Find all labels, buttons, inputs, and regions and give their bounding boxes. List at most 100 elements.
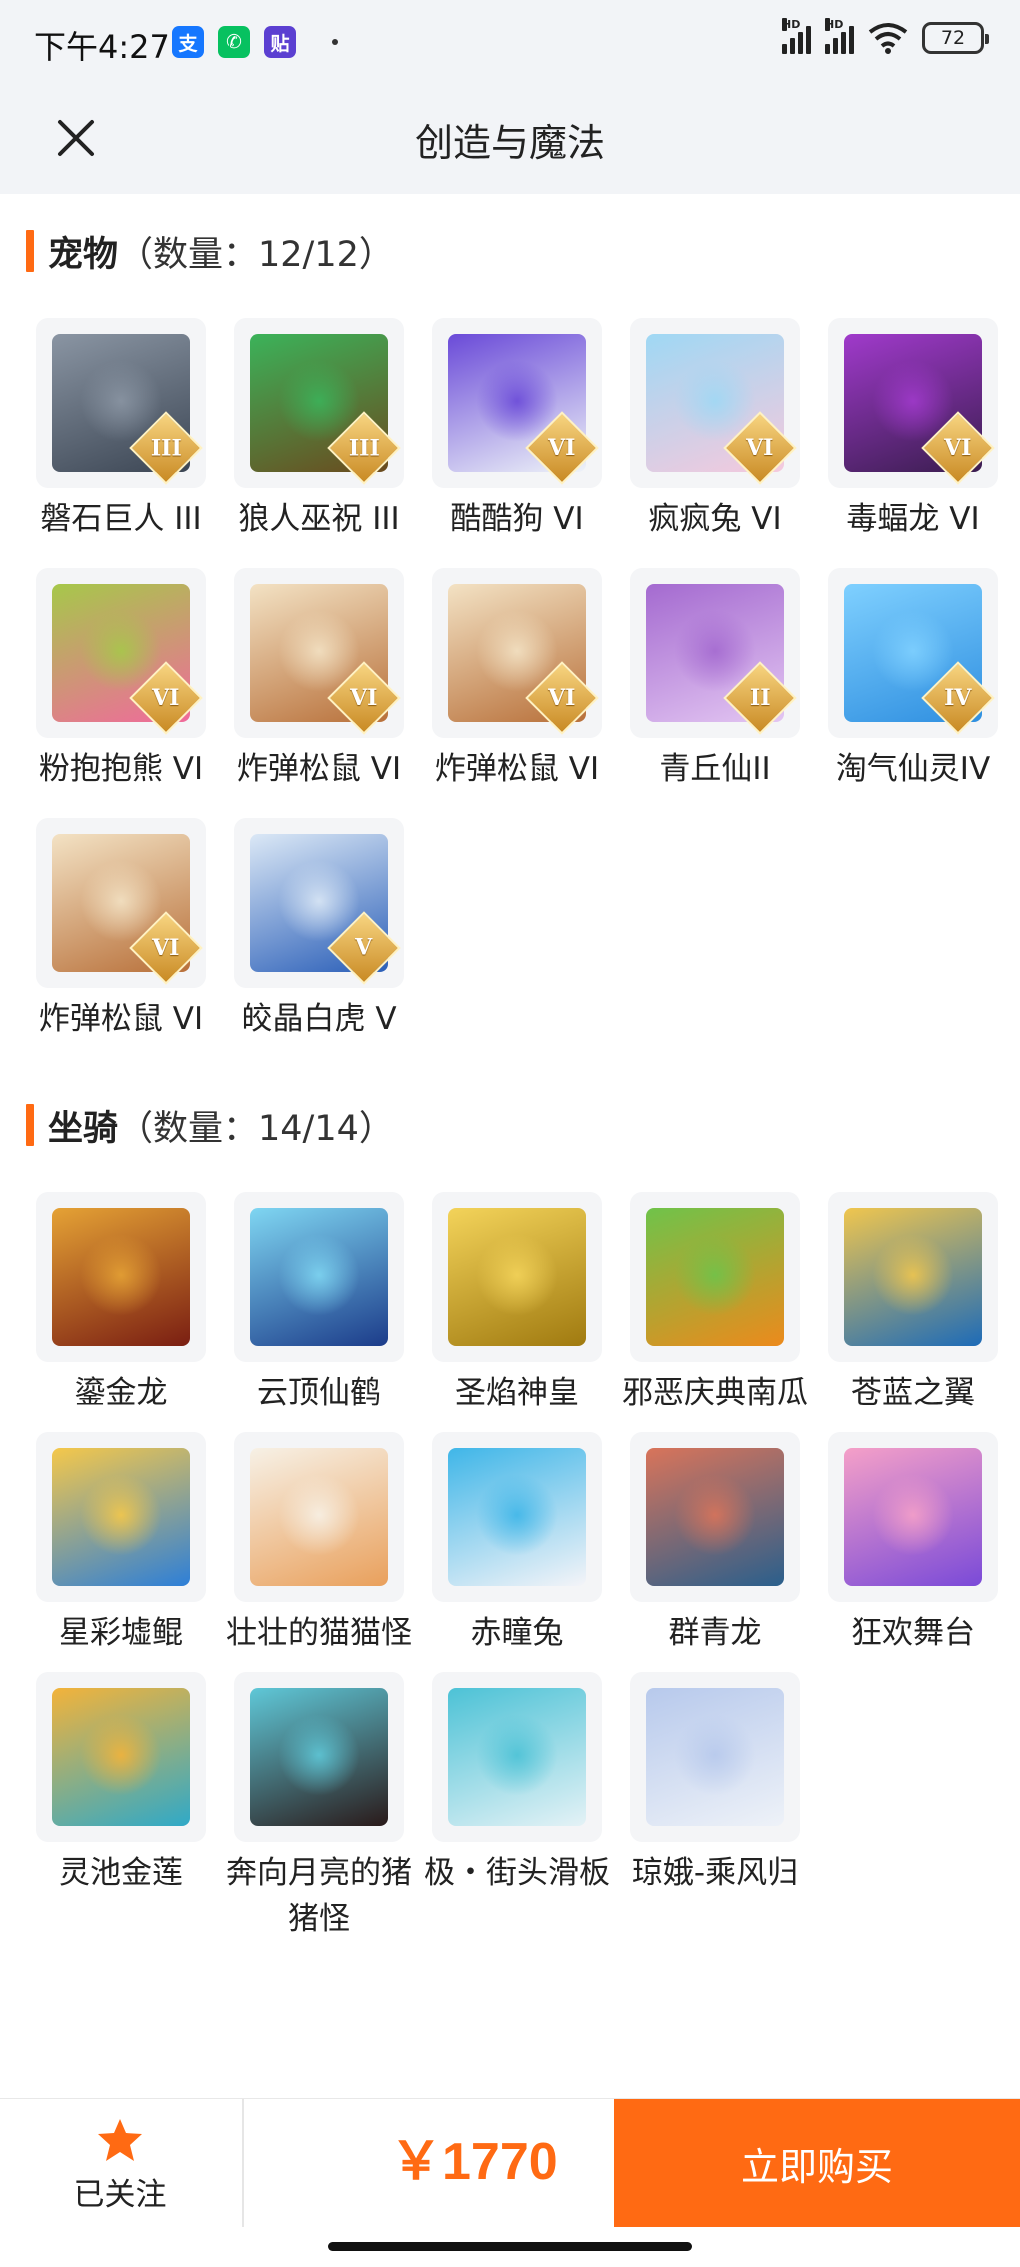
section-name: 宠物 — [48, 234, 119, 275]
tieba-icon: 贴 — [264, 26, 296, 58]
pets-item[interactable]: VI 炸弹松鼠 VI — [22, 818, 220, 1042]
buy-now-button[interactable]: 立即购买 — [614, 2099, 1020, 2227]
section-count: （数量：12/12） — [118, 234, 394, 275]
mounts-item[interactable]: 狂欢舞台 — [814, 1432, 1012, 1656]
mounts-artwork — [52, 1208, 190, 1346]
mounts-item-name: 苍蓝之翼 — [851, 1375, 975, 1411]
mounts-item[interactable]: 灵池金莲 — [22, 1672, 220, 1942]
mounts-item[interactable]: 群青龙 — [616, 1432, 814, 1656]
mounts-item[interactable]: 极・街头滑板 — [418, 1672, 616, 1942]
mounts-item[interactable]: 云顶仙鹤 — [220, 1192, 418, 1416]
pets-thumbnail: VI — [234, 568, 404, 738]
grade-badge-label: III — [348, 435, 380, 461]
mounts-artwork-highlight — [278, 1474, 360, 1556]
battery-indicator: 72 — [922, 22, 989, 54]
mounts-artwork — [646, 1688, 784, 1826]
pets-item-name: 毒蝠龙 VI — [846, 501, 980, 537]
wechat-icon: ✆ — [218, 26, 250, 58]
pets-item[interactable]: III 狼人巫祝 III — [220, 318, 418, 542]
mounts-item[interactable]: 圣焰神皇 — [418, 1192, 616, 1416]
wifi-icon — [868, 23, 908, 54]
mounts-thumbnail — [828, 1192, 998, 1362]
mounts-artwork-highlight — [674, 1474, 756, 1556]
mounts-item-name: 云顶仙鹤 — [257, 1375, 381, 1411]
section-title-pets: 宠物 （数量：12/12） — [26, 226, 394, 276]
grade-badge-label: II — [749, 685, 771, 711]
mounts-artwork-highlight — [80, 1234, 162, 1316]
grade-badge-label: IV — [944, 685, 972, 711]
pets-item[interactable]: III 磐石巨人 III — [22, 318, 220, 542]
mounts-thumbnail — [36, 1192, 206, 1362]
mounts-item-name: 赤瞳兔 — [470, 1615, 564, 1651]
pets-thumbnail: V — [234, 818, 404, 988]
signal-label-2: HD — [825, 18, 844, 31]
section-accent-bar — [26, 1104, 34, 1146]
pets-item-name: 疯疯兔 VI — [648, 501, 782, 537]
mounts-artwork-highlight — [278, 1234, 360, 1316]
grade-badge-label: VI — [152, 935, 180, 961]
divider — [242, 2099, 244, 2227]
grade-badge-label: VI — [746, 435, 774, 461]
pets-thumbnail: III — [234, 318, 404, 488]
mounts-artwork — [52, 1688, 190, 1826]
mounts-artwork-highlight — [80, 1474, 162, 1556]
mounts-item[interactable]: 琼娥-乘风归 — [616, 1672, 814, 1942]
mounts-artwork-highlight — [80, 1714, 162, 1796]
pets-item-name: 磐石巨人 III — [40, 501, 202, 537]
mounts-thumbnail — [828, 1432, 998, 1602]
mounts-thumbnail — [234, 1192, 404, 1362]
pets-thumbnail: VI — [828, 318, 998, 488]
mounts-item[interactable]: 邪恶庆典南瓜 — [616, 1192, 814, 1416]
mounts-item[interactable]: 奔向月亮的猪猪怪 — [220, 1672, 418, 1942]
mounts-item-name: 群青龙 — [668, 1615, 762, 1651]
grade-badge-label: VI — [152, 685, 180, 711]
pets-item-name: 淘气仙灵IV — [835, 751, 991, 787]
mounts-item-name: 极・街头滑板 — [424, 1855, 610, 1891]
grade-badge-label: VI — [944, 435, 972, 461]
pets-thumbnail: VI — [36, 818, 206, 988]
pets-item[interactable]: VI 炸弹松鼠 VI — [220, 568, 418, 792]
mounts-artwork — [448, 1208, 586, 1346]
pets-item[interactable]: II 青丘仙II — [616, 568, 814, 792]
pets-grid: III 磐石巨人 III III 狼人巫祝 III VI 酷酷狗 VI VI 疯疯兔 VI VI… — [22, 318, 1002, 1042]
pets-item[interactable]: IV 淘气仙灵IV — [814, 568, 1012, 792]
pets-item[interactable]: VI 毒蝠龙 VI — [814, 318, 1012, 542]
pets-item[interactable]: V 皎晶白虎 V — [220, 818, 418, 1042]
header: 创造与魔法 — [0, 86, 1020, 194]
mounts-thumbnail — [630, 1192, 800, 1362]
mounts-item[interactable]: 星彩墟鲲 — [22, 1432, 220, 1656]
mounts-artwork — [448, 1448, 586, 1586]
pets-item[interactable]: VI 酷酷狗 VI — [418, 318, 616, 542]
mounts-item[interactable]: 苍蓝之翼 — [814, 1192, 1012, 1416]
pets-thumbnail: VI — [432, 318, 602, 488]
star-icon — [98, 2119, 142, 2161]
mounts-thumbnail — [36, 1672, 206, 1842]
mounts-thumbnail — [630, 1432, 800, 1602]
mounts-item[interactable]: 鎏金龙 — [22, 1192, 220, 1416]
signal-label: HD — [782, 18, 801, 31]
mounts-artwork-highlight — [278, 1714, 360, 1796]
follow-button[interactable]: 已关注 — [40, 2117, 200, 2237]
pets-item[interactable]: VI 粉抱抱熊 VI — [22, 568, 220, 792]
mounts-artwork-highlight — [872, 1474, 954, 1556]
mounts-item[interactable]: 壮壮的猫猫怪 — [220, 1432, 418, 1656]
pets-thumbnail: IV — [828, 568, 998, 738]
pets-item-name: 酷酷狗 VI — [450, 501, 584, 537]
mounts-thumbnail — [630, 1672, 800, 1842]
pets-item-name: 青丘仙II — [659, 751, 771, 787]
section-title-mounts: 坐骑 （数量：14/14） — [26, 1100, 394, 1150]
more-notifications-dot — [332, 39, 338, 45]
signal-icon: HD — [782, 18, 811, 54]
mounts-artwork — [52, 1448, 190, 1586]
grade-badge-label: VI — [548, 435, 576, 461]
mounts-artwork-highlight — [674, 1234, 756, 1316]
mounts-item[interactable]: 赤瞳兔 — [418, 1432, 616, 1656]
pets-thumbnail: II — [630, 568, 800, 738]
mounts-artwork — [250, 1448, 388, 1586]
page-title: 创造与魔法 — [414, 121, 605, 165]
pets-item[interactable]: VI 炸弹松鼠 VI — [418, 568, 616, 792]
pets-item[interactable]: VI 疯疯兔 VI — [616, 318, 814, 542]
mounts-artwork — [250, 1688, 388, 1826]
mounts-item-name: 星彩墟鲲 — [59, 1615, 183, 1651]
pets-thumbnail: VI — [36, 568, 206, 738]
